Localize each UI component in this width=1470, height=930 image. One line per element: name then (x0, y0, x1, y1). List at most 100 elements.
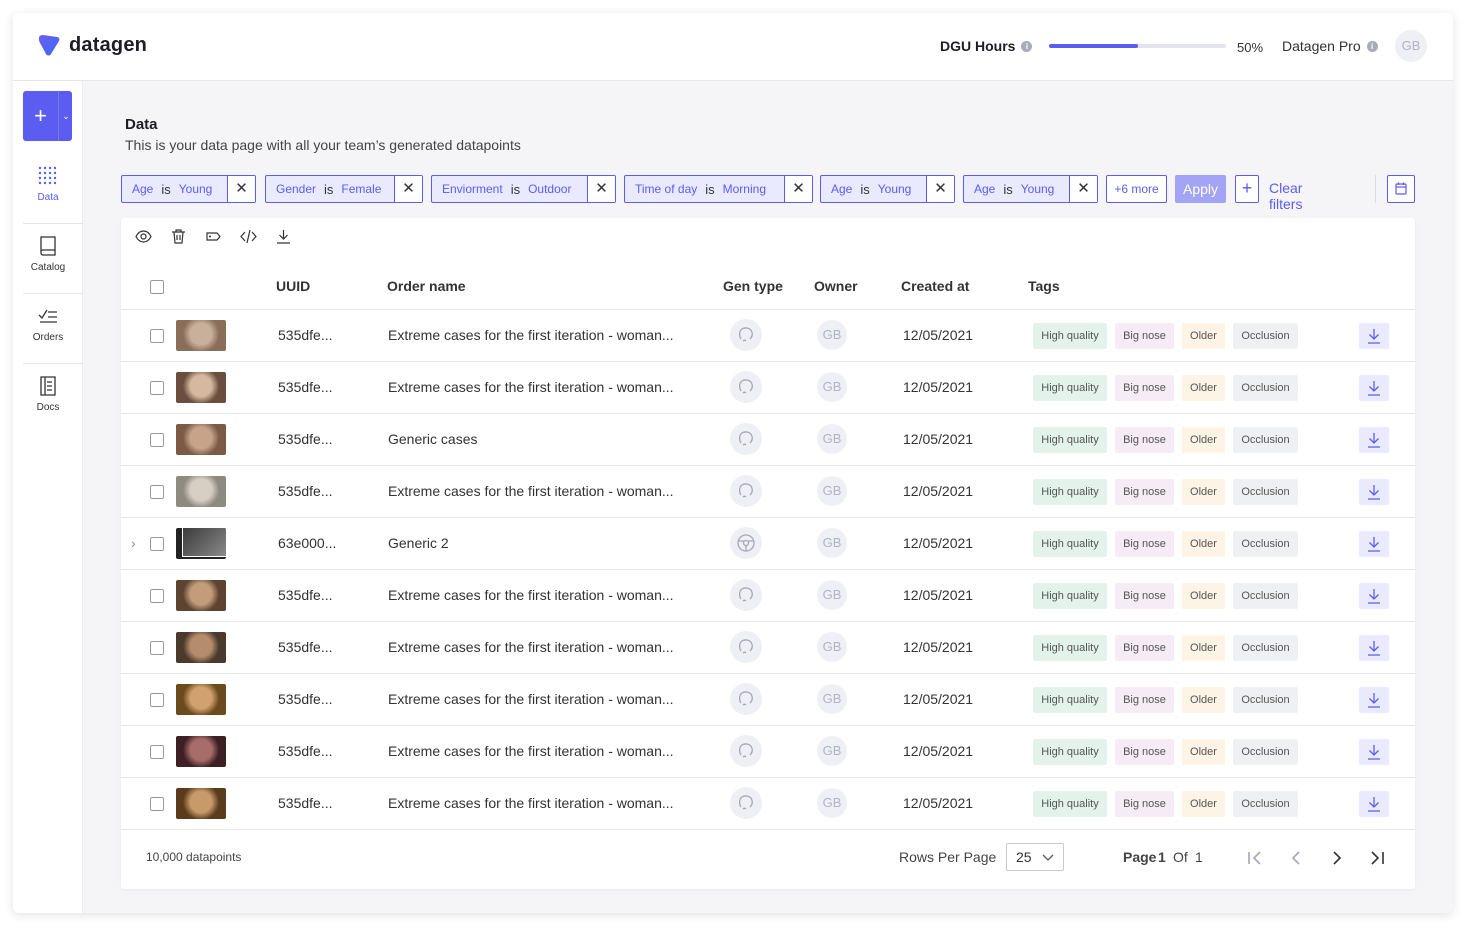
table-row[interactable]: 535dfe... Extreme cases for the first ite… (121, 466, 1415, 518)
tag-badge[interactable]: Big nose (1115, 739, 1174, 765)
owner-avatar[interactable]: GB (817, 372, 847, 402)
table-row[interactable]: 535dfe... Extreme cases for the first ite… (121, 310, 1415, 362)
owner-avatar[interactable]: GB (817, 736, 847, 766)
add-filter-button[interactable]: + (1235, 175, 1259, 203)
user-avatar[interactable]: GB (1395, 30, 1427, 62)
row-checkbox[interactable] (150, 433, 164, 447)
next-page-icon[interactable] (1328, 850, 1344, 866)
tag-badge[interactable]: High quality (1033, 583, 1107, 609)
owner-avatar[interactable]: GB (817, 528, 847, 558)
column-header-owner[interactable]: Owner (814, 278, 858, 294)
eye-icon[interactable] (135, 228, 152, 245)
thumbnail-image[interactable] (176, 424, 226, 455)
uuid-cell[interactable]: 535dfe... (278, 795, 333, 811)
filter-chip-body[interactable]: Age is Young (821, 182, 926, 197)
row-checkbox[interactable] (150, 693, 164, 707)
more-filters-button[interactable]: +6 more (1106, 175, 1167, 203)
tag-badge[interactable]: Occlusion (1233, 687, 1298, 713)
apply-button[interactable]: Apply (1175, 175, 1226, 203)
uuid-cell[interactable]: 535dfe... (278, 743, 333, 759)
table-row[interactable]: 535dfe... Extreme cases for the first ite… (121, 674, 1415, 726)
filter-chip[interactable]: Age is Young ✕ (963, 175, 1098, 203)
uuid-cell[interactable]: 535dfe... (278, 431, 333, 447)
filter-chip-body[interactable]: Time of day is Morning (625, 182, 784, 197)
tag-badge[interactable]: Occlusion (1233, 323, 1298, 349)
filter-chip[interactable]: Age is Young ✕ (820, 175, 955, 203)
row-checkbox[interactable] (150, 745, 164, 759)
order-name-cell[interactable]: Extreme cases for the first iteration - … (388, 379, 674, 395)
tag-badge[interactable]: Older (1182, 323, 1225, 349)
row-download-button[interactable] (1359, 375, 1389, 401)
row-checkbox[interactable] (150, 381, 164, 395)
close-icon[interactable]: ✕ (227, 176, 255, 202)
filter-chip-body[interactable]: Enviorment is Outdoor (432, 182, 587, 197)
column-header-tags[interactable]: Tags (1028, 278, 1060, 294)
order-name-cell[interactable]: Extreme cases for the first iteration - … (388, 483, 674, 499)
tag-badge[interactable]: High quality (1033, 427, 1107, 453)
tag-badge[interactable]: Occlusion (1233, 479, 1298, 505)
tag-badge[interactable]: Big nose (1115, 583, 1174, 609)
tag-badge[interactable]: Occlusion (1233, 531, 1298, 557)
logo[interactable]: datagen (37, 33, 147, 57)
row-download-button[interactable] (1359, 687, 1389, 713)
close-icon[interactable]: ✕ (926, 176, 954, 202)
uuid-cell[interactable]: 63e000... (278, 535, 336, 551)
table-row[interactable]: 535dfe... Extreme cases for the first ite… (121, 622, 1415, 674)
trash-icon[interactable] (170, 228, 187, 245)
tag-badge[interactable]: High quality (1033, 687, 1107, 713)
uuid-cell[interactable]: 535dfe... (278, 379, 333, 395)
owner-avatar[interactable]: GB (817, 684, 847, 714)
tag-badge[interactable]: Big nose (1115, 791, 1174, 817)
thumbnail-image[interactable] (176, 476, 226, 507)
thumbnail-image[interactable] (176, 372, 226, 403)
tag-badge[interactable]: High quality (1033, 375, 1107, 401)
owner-avatar[interactable]: GB (817, 632, 847, 662)
tag-badge[interactable]: Older (1182, 739, 1225, 765)
row-checkbox[interactable] (150, 537, 164, 551)
sidebar-item-catalog[interactable]: Catalog (13, 235, 83, 273)
table-row[interactable]: 535dfe... Extreme cases for the first ite… (121, 362, 1415, 414)
table-row[interactable]: 535dfe... Extreme cases for the first ite… (121, 726, 1415, 778)
row-download-button[interactable] (1359, 583, 1389, 609)
order-name-cell[interactable]: Generic 2 (388, 535, 449, 551)
tag-badge[interactable]: Big nose (1115, 375, 1174, 401)
rows-per-page-select[interactable]: 25 (1006, 843, 1064, 871)
info-icon[interactable]: i (1021, 40, 1033, 52)
tag-badge[interactable]: High quality (1033, 531, 1107, 557)
filter-chip[interactable]: Time of day is Morning ✕ (624, 175, 813, 203)
tag-badge[interactable]: Occlusion (1233, 583, 1298, 609)
filter-chip-body[interactable]: Age is Young (122, 182, 227, 197)
code-icon[interactable] (240, 228, 257, 245)
tag-badge[interactable]: Older (1182, 791, 1225, 817)
tag-badge[interactable]: High quality (1033, 635, 1107, 661)
tag-badge[interactable]: Big nose (1115, 687, 1174, 713)
thumbnail-image[interactable] (176, 320, 226, 351)
order-name-cell[interactable]: Extreme cases for the first iteration - … (388, 691, 674, 707)
tag-badge[interactable]: Occlusion (1233, 635, 1298, 661)
row-checkbox[interactable] (150, 485, 164, 499)
calendar-button[interactable] (1387, 175, 1415, 203)
row-download-button[interactable] (1359, 479, 1389, 505)
clear-filters-button[interactable]: Clear filters (1269, 180, 1302, 212)
plus-icon[interactable]: + (23, 91, 58, 141)
uuid-cell[interactable]: 535dfe... (278, 691, 333, 707)
order-name-cell[interactable]: Extreme cases for the first iteration - … (388, 795, 674, 811)
close-icon[interactable]: ✕ (1069, 176, 1097, 202)
row-checkbox[interactable] (150, 589, 164, 603)
owner-avatar[interactable]: GB (817, 788, 847, 818)
table-row[interactable]: 535dfe... Generic cases GB 12/05/2021 High q… (121, 414, 1415, 466)
thumbnail-image[interactable] (176, 736, 226, 767)
table-row[interactable]: 535dfe... Extreme cases for the first ite… (121, 570, 1415, 622)
row-download-button[interactable] (1359, 635, 1389, 661)
tag-badge[interactable]: High quality (1033, 479, 1107, 505)
thumbnail-stack[interactable] (176, 528, 226, 559)
filter-chip[interactable]: Enviorment is Outdoor ✕ (431, 175, 616, 203)
row-checkbox[interactable] (150, 329, 164, 343)
create-button[interactable]: + ⌄ (23, 91, 72, 141)
previous-page-icon[interactable] (1289, 850, 1305, 866)
filter-chip-body[interactable]: Age is Young (964, 182, 1069, 197)
column-header-uuid[interactable]: UUID (276, 278, 310, 294)
order-name-cell[interactable]: Extreme cases for the first iteration - … (388, 743, 674, 759)
row-checkbox[interactable] (150, 797, 164, 811)
uuid-cell[interactable]: 535dfe... (278, 639, 333, 655)
